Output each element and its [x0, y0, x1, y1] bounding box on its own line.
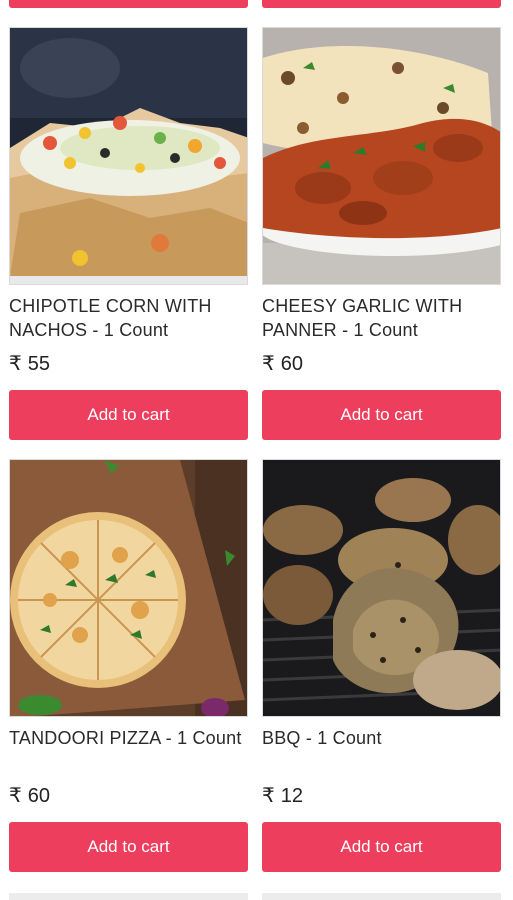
product-price: ₹60 — [9, 785, 50, 807]
prev-add-to-cart-edge[interactable] — [9, 0, 248, 8]
add-to-cart-button[interactable]: Add to cart — [9, 390, 248, 440]
nachos-image[interactable] — [9, 27, 248, 285]
product-card: BBQ - 1 Count ₹12 — [262, 459, 501, 809]
naan-curry-image[interactable] — [262, 27, 501, 285]
next-product-image-edge[interactable] — [262, 893, 501, 900]
product-card: CHIPOTLE CORN WITH NACHOS - 1 Count ₹55 — [9, 27, 248, 377]
product-title[interactable]: TANDOORI PIZZA - 1 Count — [9, 726, 248, 774]
product-price: ₹60 — [262, 353, 303, 375]
product-price: ₹12 — [262, 785, 303, 807]
product-price: ₹55 — [9, 353, 50, 375]
product-title[interactable]: CHIPOTLE CORN WITH NACHOS - 1 Count — [9, 294, 248, 342]
product-title[interactable]: CHEESY GARLIC WITH PANNER - 1 Count — [262, 294, 501, 342]
prev-add-to-cart-edge[interactable] — [262, 0, 501, 8]
product-card: CHEESY GARLIC WITH PANNER - 1 Count ₹60 — [262, 27, 501, 377]
add-to-cart-button[interactable]: Add to cart — [262, 390, 501, 440]
next-product-image-edge[interactable] — [9, 893, 248, 900]
product-title[interactable]: BBQ - 1 Count — [262, 726, 501, 774]
add-to-cart-button[interactable]: Add to cart — [9, 822, 248, 872]
bbq-wings-image[interactable] — [262, 459, 501, 717]
pizza-image[interactable] — [9, 459, 248, 717]
product-card: TANDOORI PIZZA - 1 Count ₹60 — [9, 459, 248, 809]
add-to-cart-button[interactable]: Add to cart — [262, 822, 501, 872]
